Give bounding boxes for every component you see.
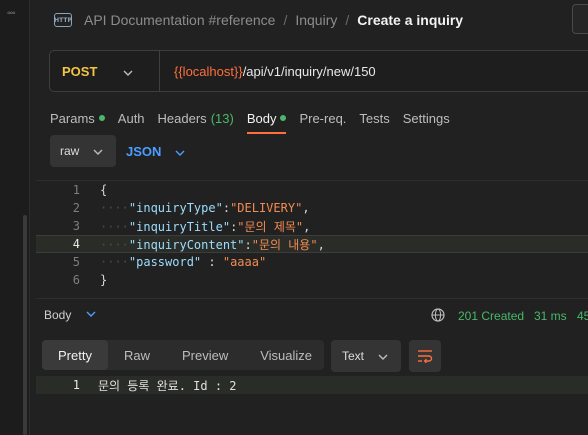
wrap-lines-button[interactable] <box>409 340 441 372</box>
json-value: "문의 제목" <box>237 219 304 234</box>
http-request-icon: HTTP <box>54 13 72 27</box>
request-tabs: Params Auth Headers (13) Body Pre-req. Te… <box>50 106 463 134</box>
indicator-dot <box>98 115 105 121</box>
save-button[interactable] <box>572 4 588 34</box>
body-type-label: raw <box>60 144 80 158</box>
line-number: 6 <box>72 273 80 287</box>
chevron-down-icon <box>378 349 388 363</box>
breadcrumb-separator: / <box>283 12 288 28</box>
code-text: ····"inquiryType":"DELIVERY", <box>100 201 310 215</box>
body-mode-row: raw JSON <box>50 135 185 167</box>
url-input[interactable]: {{localhost}}/api/v1/inquiry/new/150 <box>160 64 376 79</box>
code-line: 1 { <box>36 181 588 199</box>
line-number: 3 <box>72 219 80 233</box>
request-body-editor[interactable]: 1 { 2 ····"inquiryType":"DELIVERY", 3 ··… <box>36 180 588 292</box>
json-value: "DELIVERY" <box>230 201 303 215</box>
tab-body[interactable]: Body <box>246 106 287 134</box>
body-format-select[interactable]: JSON <box>126 144 185 159</box>
tab-label: Headers <box>157 110 207 126</box>
json-value: "문의 내용" <box>251 237 318 252</box>
tab-params[interactable]: Params <box>50 106 105 130</box>
breadcrumb-folder[interactable]: Inquiry <box>295 12 337 28</box>
breadcrumb-collection[interactable]: API Documentation #reference <box>84 12 275 28</box>
tab-label: Settings <box>402 110 450 126</box>
tab-headers[interactable]: Headers (13) <box>158 106 234 130</box>
code-text: { <box>100 183 108 197</box>
json-separator: : <box>244 237 252 252</box>
tab-label: Tests <box>359 110 390 126</box>
sidebar-scrollbar[interactable] <box>23 215 27 435</box>
chevron-down-icon <box>175 144 185 159</box>
globe-icon[interactable] <box>431 308 445 322</box>
headers-count: (13) <box>210 110 234 126</box>
line-number: 1 <box>72 183 80 197</box>
code-text: } <box>100 273 108 287</box>
url-path: /api/v1/inquiry/new/150 <box>242 63 376 79</box>
code-line: 3 ····"inquiryTitle":"문의 제목", <box>36 217 588 235</box>
json-key: "inquiryContent" <box>128 237 245 252</box>
tab-preview[interactable]: Preview <box>166 340 244 370</box>
tab-label: Params <box>50 110 95 126</box>
line-number: 4 <box>72 237 80 251</box>
tab-pretty[interactable]: Pretty <box>42 340 108 370</box>
response-size[interactable]: 45 <box>577 309 588 323</box>
response-time[interactable]: 31 ms <box>534 309 567 323</box>
code-text: ····"password" : "aaaa" <box>100 255 267 269</box>
line-number: 1 <box>72 378 80 392</box>
json-comma: , <box>303 219 311 234</box>
url-bar: POST {{localhost}}/api/v1/inquiry/new/15… <box>49 50 588 92</box>
request-panel: HTTP API Documentation #reference / Inqu… <box>36 0 588 435</box>
url-variable: {{localhost}} <box>174 63 243 79</box>
request-title[interactable]: Create a inquiry <box>357 12 463 28</box>
indicator-dot <box>280 115 287 121</box>
line-number: 5 <box>72 255 80 269</box>
more-options-icon[interactable]: ◦◦◦ <box>7 8 16 19</box>
tab-settings[interactable]: Settings <box>403 106 450 130</box>
line-number: 2 <box>72 201 80 215</box>
json-separator: : <box>201 255 223 269</box>
body-type-select[interactable]: raw <box>50 135 116 167</box>
code-text: ····"inquiryTitle":"문의 제목", <box>100 219 311 234</box>
json-separator: : <box>222 201 231 215</box>
breadcrumb: HTTP API Documentation #reference / Inqu… <box>54 10 463 30</box>
chevron-down-icon <box>93 144 103 158</box>
tab-auth[interactable]: Auth <box>118 106 145 130</box>
json-key: "inquiryType" <box>128 201 223 215</box>
json-comma: , <box>317 237 325 252</box>
tab-pre-request[interactable]: Pre-req. <box>299 106 346 130</box>
left-rail: ◦◦◦ <box>0 0 30 435</box>
code-line-active: 4 ····"inquiryContent":"문의 내용", <box>36 235 588 253</box>
response-header: Body 201 Created 31 ms 45 <box>44 306 588 326</box>
response-line: 1 문의 등록 완료. Id : 2 <box>36 376 588 394</box>
json-value: "aaaa" <box>222 255 267 269</box>
code-line: 6 } <box>36 271 588 289</box>
response-format-select[interactable]: Text <box>331 340 401 372</box>
chevron-down-icon <box>123 64 133 79</box>
status-code[interactable]: 201 Created <box>458 309 524 323</box>
json-key: "password" <box>128 255 202 269</box>
tab-label: Body <box>246 110 277 126</box>
json-key: "inquiryTitle" <box>128 219 231 234</box>
tab-label: Pre-req. <box>299 110 347 126</box>
breadcrumb-separator: / <box>345 12 350 28</box>
wrap-lines-icon <box>418 350 433 363</box>
response-body-label[interactable]: Body <box>44 308 71 322</box>
json-comma: , <box>302 201 310 215</box>
response-text: 문의 등록 완료. Id : 2 <box>98 378 237 393</box>
method-select[interactable]: POST <box>50 51 160 91</box>
tab-tests[interactable]: Tests <box>359 106 389 130</box>
chevron-down-icon[interactable] <box>86 306 96 325</box>
code-text: ····"inquiryContent":"문의 내용", <box>100 237 325 252</box>
body-format-label: JSON <box>126 143 162 159</box>
code-line: 5 ····"password" : "aaaa" <box>36 253 588 271</box>
response-format-label: Text <box>342 349 365 363</box>
tab-visualize[interactable]: Visualize <box>244 340 328 370</box>
response-divider[interactable] <box>36 298 588 299</box>
tab-raw[interactable]: Raw <box>108 340 166 370</box>
code-line: 2 ····"inquiryType":"DELIVERY", <box>36 199 588 217</box>
method-label: POST <box>62 63 98 79</box>
tab-label: Auth <box>117 110 145 126</box>
response-view-tabs: Pretty Raw Preview Visualize <box>42 340 324 370</box>
